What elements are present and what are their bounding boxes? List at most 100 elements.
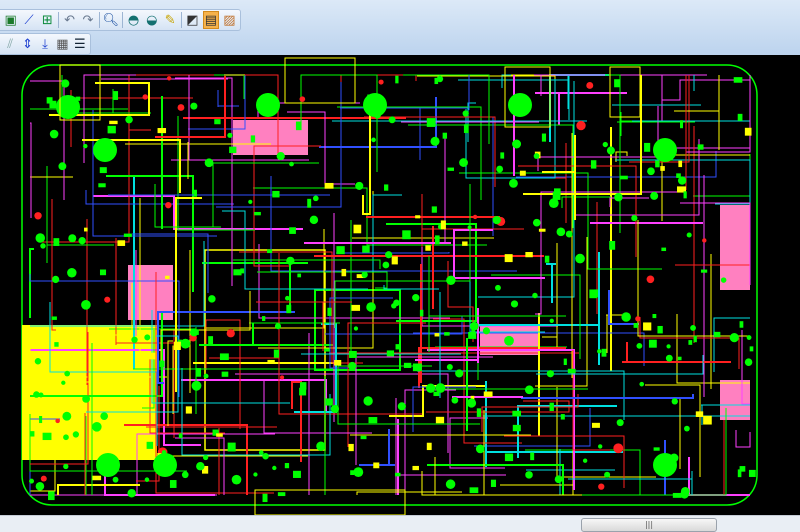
view-layer-button[interactable]: ◓ — [126, 11, 141, 29]
pad — [185, 406, 192, 414]
pad — [273, 349, 280, 358]
via — [397, 402, 406, 411]
via — [636, 342, 643, 349]
pad — [541, 133, 547, 142]
pad — [54, 342, 59, 347]
pad — [46, 97, 53, 104]
via — [330, 404, 340, 414]
via — [472, 214, 478, 220]
via — [63, 463, 69, 470]
component-button[interactable]: ⊞ — [40, 11, 55, 29]
trace — [209, 354, 279, 359]
toolbar-area: ▣ ⟋ ⊞ ↶ ↷ 🔍︎ ◓ ◒ ✎ ◩ ▤ ▨ ⫽ ⇕ ⤓ ▦ ☰ — [0, 0, 800, 55]
via — [598, 483, 605, 490]
via — [576, 120, 586, 131]
connector-outline — [254, 489, 406, 516]
via — [363, 396, 373, 406]
pad — [591, 422, 600, 428]
pad — [51, 316, 57, 320]
via — [606, 146, 615, 155]
align-button[interactable]: ⇕ — [20, 35, 34, 53]
redo-button[interactable]: ↷ — [80, 11, 95, 29]
via — [650, 191, 659, 200]
pcb-3d-button[interactable]: ▨ — [222, 11, 237, 29]
pad — [272, 190, 280, 198]
via — [286, 256, 295, 265]
horizontal-scrollbar[interactable]: ||| — [0, 515, 800, 532]
via — [309, 215, 319, 225]
via — [371, 137, 376, 143]
pad — [267, 359, 275, 364]
route-button[interactable]: ⟋ — [21, 11, 36, 29]
via — [426, 383, 436, 393]
via — [61, 79, 70, 88]
array-button[interactable]: ▦ — [55, 35, 69, 53]
pad — [327, 307, 332, 316]
pad — [471, 323, 476, 332]
pad — [325, 398, 333, 406]
trace — [556, 387, 656, 478]
scrollbar-thumb[interactable]: ||| — [581, 518, 717, 532]
via — [532, 292, 538, 299]
board-setup-button[interactable]: ▣ — [3, 11, 18, 29]
push-down-button[interactable]: ⤓ — [38, 35, 52, 53]
pad — [620, 175, 628, 180]
view-flip-button[interactable]: ◒ — [144, 11, 159, 29]
pad — [661, 247, 667, 252]
via — [289, 161, 294, 167]
list-button[interactable]: ☰ — [73, 35, 87, 53]
via — [34, 212, 42, 220]
pad — [178, 433, 183, 439]
via — [504, 335, 514, 346]
secondary-toolbar: ⫽ ⇕ ⤓ ▦ ☰ — [0, 33, 91, 55]
pad — [39, 416, 43, 424]
picture-button[interactable]: ◩ — [185, 11, 200, 29]
pcb-layout-canvas[interactable] — [0, 55, 800, 516]
via — [575, 253, 585, 264]
via — [353, 326, 359, 331]
pad — [350, 470, 355, 476]
pad — [233, 269, 242, 276]
trace — [447, 261, 474, 342]
pad — [221, 371, 229, 377]
zoom-button[interactable]: 🔍︎ — [102, 11, 119, 29]
pad — [99, 269, 107, 276]
undo-button[interactable]: ↶ — [62, 11, 77, 29]
pad — [544, 255, 550, 263]
via — [466, 398, 477, 408]
pad — [733, 77, 743, 83]
trace — [518, 165, 637, 257]
via — [312, 195, 319, 202]
paint-button[interactable]: ✎ — [163, 11, 178, 29]
via — [435, 383, 446, 393]
via — [191, 380, 202, 391]
via — [554, 475, 563, 484]
via — [382, 261, 390, 269]
via — [639, 381, 645, 387]
via — [180, 338, 191, 349]
pad — [462, 241, 468, 246]
via — [361, 271, 368, 278]
pad — [433, 391, 440, 397]
unroute-button[interactable]: ⫽ — [3, 35, 17, 53]
pad — [324, 182, 334, 189]
via — [248, 199, 253, 204]
mounting-hole — [153, 453, 177, 477]
window-layout-button[interactable]: ▤ — [203, 11, 219, 29]
via — [40, 243, 46, 249]
via — [61, 380, 66, 385]
pad — [739, 466, 746, 472]
pad — [693, 335, 697, 343]
trace — [306, 135, 446, 244]
pad — [412, 363, 422, 372]
via — [144, 334, 151, 341]
via — [177, 104, 185, 111]
via — [78, 237, 86, 245]
trace — [46, 166, 114, 263]
trace — [30, 122, 32, 218]
pad — [589, 289, 598, 299]
via — [83, 143, 88, 149]
trace — [417, 75, 556, 135]
pad — [476, 408, 482, 417]
via — [680, 490, 689, 499]
